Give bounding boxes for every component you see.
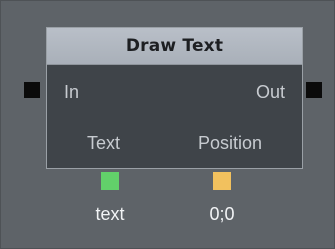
- node-header[interactable]: Draw Text: [47, 28, 302, 65]
- position-input-port[interactable]: [213, 172, 231, 190]
- input-flow-port[interactable]: [24, 82, 40, 98]
- position-port-label: Position: [197, 133, 262, 153]
- node-editor-canvas[interactable]: Draw Text In Out Text Position text 0;0: [0, 0, 335, 249]
- in-port-label: In: [64, 82, 80, 102]
- text-input-port[interactable]: [101, 172, 119, 190]
- output-flow-port[interactable]: [306, 82, 322, 98]
- text-value[interactable]: text: [71, 205, 149, 223]
- position-value[interactable]: 0;0: [182, 205, 262, 223]
- text-port-label: Text: [87, 133, 121, 153]
- out-port-label: Out: [255, 82, 285, 102]
- draw-text-node[interactable]: Draw Text In Out Text Position: [46, 27, 303, 169]
- node-title: Draw Text: [125, 36, 224, 56]
